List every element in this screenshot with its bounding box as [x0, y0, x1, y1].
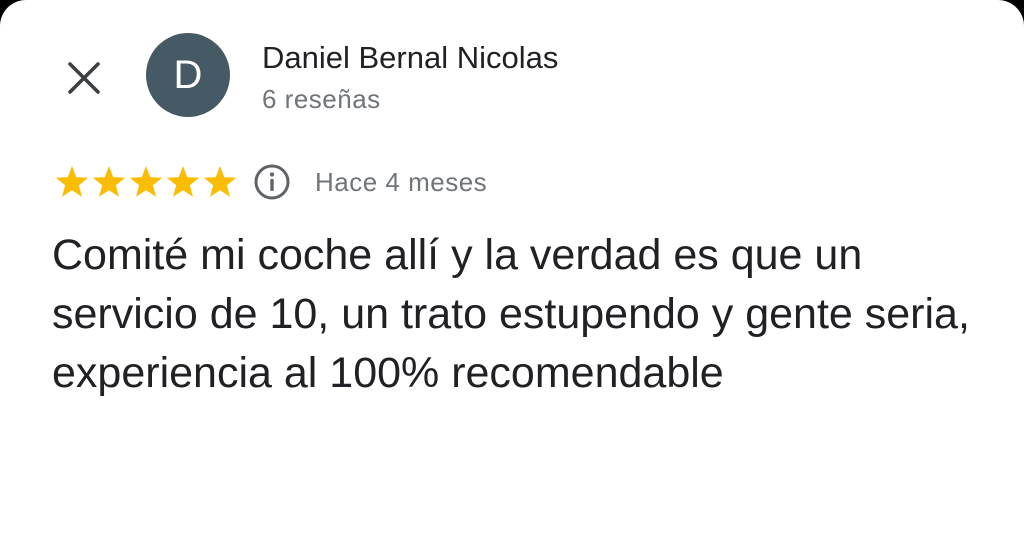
- star-icon: [92, 166, 126, 197]
- close-icon: [68, 62, 100, 94]
- star-icon: [129, 166, 163, 197]
- review-card: D Daniel Bernal Nicolas 6 reseñas Hace 4…: [0, 0, 1024, 538]
- close-button[interactable]: [56, 50, 112, 106]
- rating-row: Hace 4 meses: [54, 162, 487, 202]
- review-time: Hace 4 meses: [315, 166, 488, 197]
- info-icon-glyph: [254, 164, 290, 200]
- star-icon: [203, 166, 237, 197]
- star-icon: [55, 166, 89, 197]
- avatar-letter: D: [173, 52, 203, 97]
- avatar[interactable]: D: [146, 33, 230, 117]
- author-name[interactable]: Daniel Bernal Nicolas: [262, 38, 558, 78]
- review-text: Comité mi coche allí y la verdad es que …: [52, 231, 970, 397]
- author-review-count: 6 reseñas: [262, 84, 381, 114]
- author-info: Daniel Bernal Nicolas 6 reseñas: [262, 38, 558, 116]
- info-icon[interactable]: [253, 163, 291, 201]
- star-icon: [166, 166, 200, 197]
- star-rating: [54, 164, 239, 200]
